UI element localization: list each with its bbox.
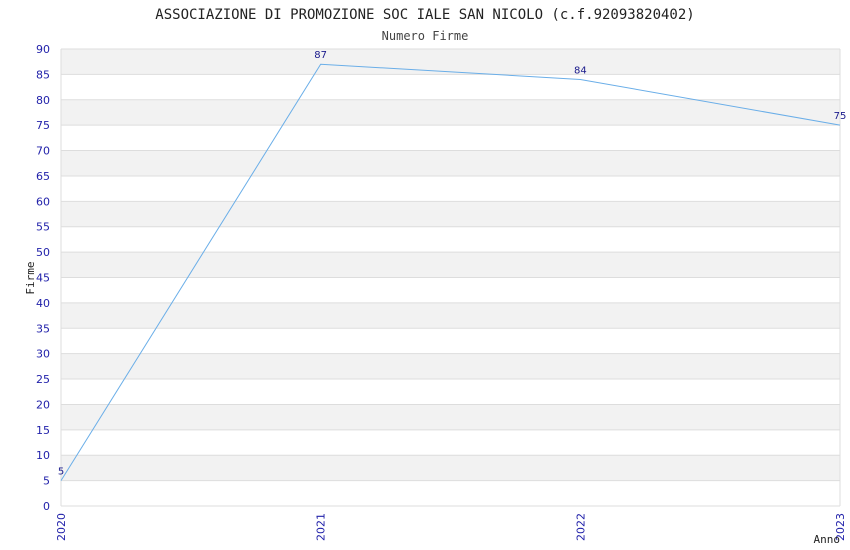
y-axis-label: Firme xyxy=(24,261,37,294)
y-tick-labels: 0 5 10 15 20 25 30 35 40 45 50 55 60 65 70 75 80 85 90 xyxy=(36,43,50,513)
grid-band xyxy=(61,150,840,176)
y-tick-label: 60 xyxy=(36,195,50,208)
y-tick-label: 50 xyxy=(36,246,50,259)
x-tick-label: 2020 xyxy=(55,513,68,541)
data-label: 75 xyxy=(834,111,847,122)
y-tick-label: 30 xyxy=(36,348,50,361)
y-tick-label: 45 xyxy=(36,272,50,285)
chart-title: ASSOCIAZIONE DI PROMOZIONE SOC IALE SAN … xyxy=(155,7,694,23)
grid-band xyxy=(61,252,840,278)
grid-band xyxy=(61,353,840,380)
y-tick-label: 85 xyxy=(36,68,50,81)
y-tick-label: 5 xyxy=(43,475,50,488)
chart-subtitle: Numero Firme xyxy=(382,29,469,43)
grid-band xyxy=(61,49,840,75)
y-tick-label: 65 xyxy=(36,170,50,183)
grid-band xyxy=(61,404,840,430)
x-axis-label: Anno xyxy=(814,533,841,546)
x-tick-label: 2022 xyxy=(574,513,587,541)
grid-band xyxy=(61,201,840,227)
y-tick-label: 90 xyxy=(36,43,50,56)
y-tick-label: 0 xyxy=(43,500,50,513)
y-tick-label: 35 xyxy=(36,322,50,335)
grid-band xyxy=(61,455,840,481)
y-tick-label: 15 xyxy=(36,424,50,437)
data-label: 5 xyxy=(58,467,64,478)
y-tick-label: 70 xyxy=(36,145,50,158)
y-tick-label: 55 xyxy=(36,221,50,234)
chart: ASSOCIAZIONE DI PROMOZIONE SOC IALE SAN … xyxy=(24,7,847,546)
y-tick-label: 80 xyxy=(36,94,50,107)
data-label: 84 xyxy=(574,65,587,76)
y-tick-label: 20 xyxy=(36,398,50,411)
y-tick-label: 25 xyxy=(36,373,50,386)
x-tick-labels: 2020 2021 2022 2023 xyxy=(55,513,847,541)
y-tick-label: 40 xyxy=(36,297,50,310)
x-tick-label: 2021 xyxy=(315,513,328,541)
y-tick-label: 75 xyxy=(36,119,50,132)
grid-bands xyxy=(61,49,840,481)
y-tick-label: 10 xyxy=(36,449,50,462)
grid-band xyxy=(61,99,840,126)
data-label: 87 xyxy=(314,50,327,61)
grid-band xyxy=(61,302,840,329)
